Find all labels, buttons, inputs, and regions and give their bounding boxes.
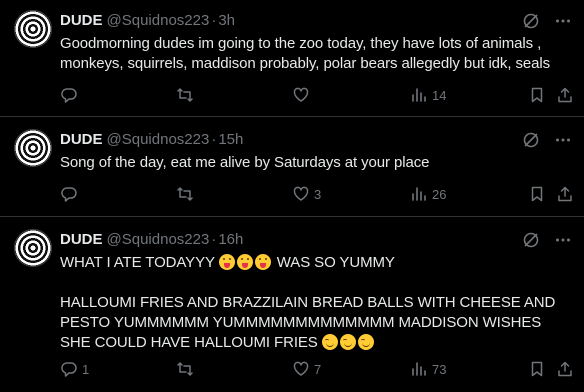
heart-icon	[293, 87, 309, 102]
tweet-content: DUDE @Squidnos223 · 3h Goodmorning dudes…	[60, 12, 572, 74]
action-bar: 14	[60, 86, 572, 106]
display-name[interactable]: DUDE	[60, 12, 103, 30]
action-bar: 1 7 73	[60, 360, 572, 380]
tweet-text: Goodmorning dudes im going to the zoo to…	[60, 35, 550, 72]
retweet-icon	[177, 88, 193, 102]
views-button[interactable]: 14	[410, 86, 446, 104]
like-count: 3	[314, 186, 322, 202]
grok-icon[interactable]	[522, 231, 540, 249]
view-count: 73	[432, 361, 447, 377]
reply-button[interactable]: 1	[60, 360, 89, 378]
reply-button[interactable]	[60, 185, 82, 203]
timestamp[interactable]: 3h	[218, 12, 235, 30]
avatar[interactable]	[14, 10, 52, 48]
tongue-face-emoji-icon	[254, 254, 271, 270]
bookmark-icon	[531, 361, 543, 377]
header-icons	[522, 231, 572, 249]
timestamp[interactable]: 16h	[218, 231, 243, 249]
more-icon[interactable]	[554, 12, 572, 30]
retweet-button[interactable]	[176, 185, 198, 203]
display-name[interactable]: DUDE	[60, 231, 103, 249]
display-name[interactable]: DUDE	[60, 131, 103, 149]
retweet-icon	[177, 362, 193, 376]
bookmark-button[interactable]	[528, 360, 546, 378]
like-count: 7	[314, 361, 322, 377]
views-button[interactable]: 73	[410, 360, 446, 378]
tweet-content: DUDE @Squidnos223 · 16h WHAT I ATE TODAY…	[60, 231, 572, 353]
share-button[interactable]	[556, 185, 574, 203]
bookmark-icon	[531, 87, 543, 103]
relieved-face-emoji-icon	[357, 334, 374, 350]
tweet-text-line1: WHAT I ATE TODAYYY	[60, 254, 215, 271]
tongue-face-emoji-icon	[218, 254, 235, 270]
bookmark-button[interactable]	[528, 86, 546, 104]
separator: ·	[211, 12, 217, 29]
tweet-text: WHAT I ATE TODAYYY WAS SO YUMMY HALLOUMI…	[60, 253, 572, 353]
grok-icon[interactable]	[522, 131, 540, 149]
separator: ·	[211, 131, 217, 148]
tweet[interactable]: DUDE @Squidnos223 · 16h WHAT I ATE TODAY…	[0, 217, 584, 392]
tweet-text: Song of the day, eat me alive by Saturda…	[60, 154, 430, 171]
user-handle[interactable]: @Squidnos223	[107, 231, 210, 249]
share-button[interactable]	[556, 86, 574, 104]
grok-icon[interactable]	[522, 12, 540, 30]
like-button[interactable]: 7	[292, 360, 321, 378]
retweet-button[interactable]	[176, 360, 198, 378]
tweet-content: DUDE @Squidnos223 · 15h Song of the day,…	[60, 131, 572, 173]
tweet-header: DUDE @Squidnos223 · 16h	[60, 231, 572, 249]
user-handle[interactable]: @Squidnos223	[107, 12, 210, 30]
retweet-icon	[177, 187, 193, 201]
views-button[interactable]: 26	[410, 185, 446, 203]
reply-icon	[61, 187, 77, 202]
header-icons	[522, 12, 572, 30]
like-button[interactable]	[292, 86, 314, 104]
view-count: 14	[432, 87, 447, 103]
views-icon	[412, 88, 426, 102]
reply-icon	[61, 362, 77, 377]
avatar[interactable]	[14, 229, 52, 267]
bookmark-button[interactable]	[528, 185, 546, 203]
tweet-header: DUDE @Squidnos223 · 3h	[60, 12, 572, 30]
tweet-header: DUDE @Squidnos223 · 15h	[60, 131, 572, 149]
timestamp[interactable]: 15h	[218, 131, 243, 149]
retweet-button[interactable]	[176, 86, 198, 104]
bookmark-icon	[531, 186, 543, 202]
views-icon	[412, 187, 426, 201]
share-icon	[558, 87, 572, 103]
action-bar: 3 26	[60, 185, 572, 205]
reply-button[interactable]	[60, 86, 82, 104]
tweet-text-body: HALLOUMI FRIES AND BRAZZILAIN BREAD BALL…	[60, 294, 560, 351]
share-icon	[558, 361, 572, 377]
relieved-face-emoji-icon	[339, 334, 356, 350]
avatar[interactable]	[14, 129, 52, 167]
heart-icon	[293, 361, 309, 376]
more-icon[interactable]	[554, 131, 572, 149]
like-button[interactable]: 3	[292, 185, 321, 203]
share-button[interactable]	[556, 360, 574, 378]
tweet-text-line1-tail: WAS SO YUMMY	[272, 254, 395, 271]
user-handle[interactable]: @Squidnos223	[107, 131, 210, 149]
separator: ·	[211, 231, 217, 248]
relieved-face-emoji-icon	[321, 334, 338, 350]
header-icons	[522, 131, 572, 149]
more-icon[interactable]	[554, 231, 572, 249]
tweet[interactable]: DUDE @Squidnos223 · 3h Goodmorning dudes…	[0, 0, 584, 117]
view-count: 26	[432, 186, 447, 202]
reply-count: 1	[82, 361, 90, 377]
tweet[interactable]: DUDE @Squidnos223 · 15h Song of the day,…	[0, 117, 584, 217]
heart-icon	[293, 186, 309, 201]
share-icon	[558, 186, 572, 202]
reply-icon	[61, 88, 77, 103]
tongue-face-emoji-icon	[236, 254, 253, 270]
views-icon	[412, 362, 426, 376]
